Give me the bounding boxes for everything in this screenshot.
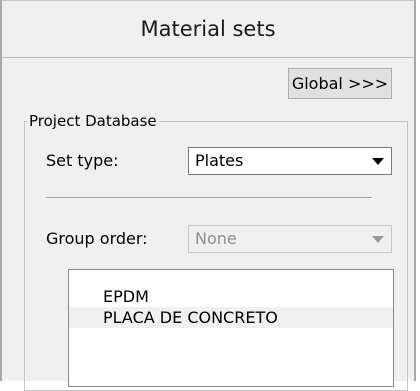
global-button[interactable]: Global >>>	[288, 68, 392, 99]
list-item[interactable]: EPDM	[69, 286, 393, 307]
material-list[interactable]: EPDM PLACA DE CONCRETO	[68, 269, 394, 387]
chevron-down-icon[interactable]	[366, 227, 390, 251]
list-item[interactable]: PLACA DE CONCRETO	[69, 307, 393, 328]
material-sets-panel: Material sets Global >>> Project Databas…	[0, 0, 416, 391]
set-type-value: Plates	[195, 151, 244, 170]
group-order-label: Group order:	[46, 229, 148, 248]
separator	[46, 197, 372, 199]
set-type-select[interactable]: Plates	[188, 147, 392, 175]
group-order-value: None	[195, 229, 237, 248]
panel-title: Material sets	[2, 1, 414, 58]
project-database-legend: Project Database	[27, 111, 159, 131]
group-order-select[interactable]: None	[188, 225, 392, 253]
set-type-label: Set type:	[46, 151, 119, 170]
chevron-down-icon[interactable]	[366, 149, 390, 173]
